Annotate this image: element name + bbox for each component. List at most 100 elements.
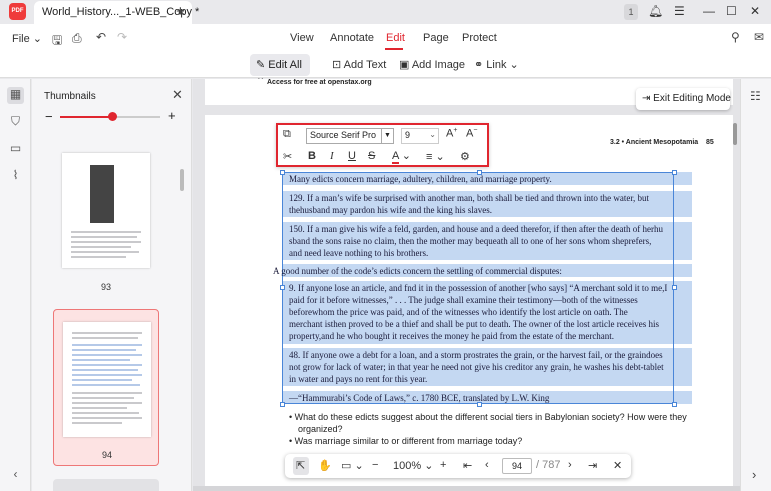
last-page-icon[interactable]: ⇥ — [588, 459, 597, 472]
text-line[interactable]: —“Hammurabi’s Code of Laws,” c. 1780 BCE… — [289, 393, 549, 403]
comment-icon[interactable]: ▭ — [7, 141, 24, 158]
search-icon[interactable]: ⚲ — [731, 30, 740, 44]
bullet-text: What do these edicts suggest about the d… — [294, 412, 687, 422]
previous-page-icon[interactable]: ‹ — [485, 459, 489, 471]
text-line[interactable]: not grow for lack of water; in that year… — [289, 362, 664, 372]
add-text-label: Add Text — [343, 59, 387, 71]
zoom-out-icon[interactable]: − — [372, 459, 378, 471]
current-page-input[interactable]: 94 — [502, 458, 532, 474]
resize-handle[interactable] — [672, 170, 677, 175]
mail-icon[interactable]: ✉ — [754, 30, 764, 44]
strikethrough-icon[interactable]: S — [368, 150, 375, 162]
menu-page[interactable]: Page — [423, 32, 449, 44]
print-icon[interactable]: ⎙ — [72, 31, 82, 46]
hand-tool-icon[interactable]: ✋ — [318, 459, 332, 472]
redo-icon[interactable]: ↷ — [117, 30, 127, 44]
text-color-icon[interactable]: A ⌄ — [392, 149, 411, 164]
zoom-in-icon[interactable]: + — [440, 459, 446, 471]
document-tab[interactable]: World_History..._1-WEB_Copy * × — [34, 1, 199, 24]
text-line[interactable]: Many edicts concern marriage, adultery, … — [289, 174, 552, 184]
text-line[interactable]: paid for it before witnesses,” . . . The… — [289, 295, 638, 305]
thumbnail-page-94[interactable]: 94 — [53, 309, 159, 466]
bold-icon[interactable]: B — [308, 150, 316, 162]
font-size-value: 9 — [405, 130, 411, 140]
font-size-select[interactable]: 9 ⌄ — [401, 128, 439, 144]
thumbnail-scrollbar[interactable] — [180, 169, 184, 191]
thumbnails-title: Thumbnails — [44, 91, 96, 102]
thumbnail-page-95-partial[interactable] — [53, 479, 159, 491]
running-header: 3.2 • Ancient Mesopotamia 85 — [610, 139, 714, 146]
menu-annotate[interactable]: Annotate — [330, 32, 374, 44]
font-family-select[interactable]: Source Serif Pro ▼ — [306, 128, 394, 144]
italic-icon[interactable]: I — [330, 150, 334, 162]
thumbnail-page-93[interactable]: 93 — [53, 147, 159, 297]
select-cursor-icon[interactable]: ⇱ — [296, 459, 305, 472]
add-text-button[interactable]: ⊡ Add Text — [332, 58, 386, 71]
next-page-icon[interactable]: › — [568, 459, 572, 471]
edit-all-button[interactable]: ✎ Edit All ⌄ — [250, 54, 310, 84]
thumb-zoom-out-icon[interactable]: − — [45, 109, 53, 124]
resize-handle[interactable] — [672, 402, 677, 407]
text-line[interactable]: sband the sons raise no claim, then the … — [289, 236, 651, 246]
text-line[interactable]: and need leave nothing to his brothers. — [289, 248, 428, 258]
font-dropdown-arrow-icon[interactable]: ▼ — [381, 129, 393, 143]
resize-handle[interactable] — [672, 285, 677, 290]
text-line[interactable]: thehusband may pardon his wife and the k… — [289, 205, 492, 215]
increase-font-size-icon[interactable]: A+ — [446, 127, 457, 140]
text-line[interactable]: 9. If anyone lose an article, and fnd it… — [289, 283, 667, 293]
decrease-font-size-icon[interactable]: A− — [466, 127, 477, 140]
underline-icon[interactable]: U — [348, 150, 356, 162]
file-menu[interactable]: File ⌄ — [12, 32, 42, 45]
thumb-zoom-in-icon[interactable]: + — [168, 108, 176, 123]
cut-icon[interactable]: ✂ — [283, 150, 292, 163]
text-line[interactable]: beforewhom the price was paid, and of th… — [289, 307, 628, 317]
text-line[interactable]: 150. If a man give his wife a feld, gard… — [289, 224, 663, 234]
minimize-icon[interactable]: — — [703, 4, 715, 18]
text-line[interactable]: in water and pays no rent for this year. — [289, 374, 427, 384]
attachment-icon[interactable]: ⌇ — [7, 168, 24, 185]
save-icon[interactable]: 🖫 — [52, 31, 62, 52]
hamburger-menu-icon[interactable]: ☰ — [674, 4, 685, 18]
close-navigation-icon[interactable]: ✕ — [613, 459, 622, 472]
text-line[interactable]: 48. If anyone owe a debt for a loan, and… — [289, 350, 663, 360]
add-image-label: Add Image — [411, 59, 466, 71]
bullet-item-continuation: organized? — [298, 424, 343, 434]
close-panel-icon[interactable]: ✕ — [172, 87, 183, 103]
resize-handle[interactable] — [280, 402, 285, 407]
properties-panel-icon[interactable]: ☷ — [750, 89, 761, 103]
text-line[interactable]: property,and he who bought it receives t… — [289, 331, 614, 341]
collapse-right-icon[interactable]: › — [752, 467, 756, 482]
add-image-button[interactable]: ▣ Add Image — [399, 58, 465, 71]
more-settings-icon[interactable]: ⚙ — [460, 150, 470, 163]
align-icon[interactable]: ≡ ⌄ — [426, 150, 445, 163]
thumbnails-panel-icon[interactable]: ▦ — [7, 87, 24, 104]
undo-icon[interactable]: ↶ — [96, 30, 106, 44]
horizontal-scrollbar[interactable] — [193, 486, 740, 491]
bell-icon[interactable]: 🔔︎ — [648, 4, 663, 18]
menu-protect[interactable]: Protect — [462, 32, 497, 44]
thumb-zoom-handle[interactable] — [108, 112, 117, 121]
bullet-item: • Was marriage similar to or different f… — [289, 436, 523, 446]
collapse-left-icon[interactable]: ‹ — [7, 467, 24, 484]
new-tab-icon[interactable]: + — [176, 3, 185, 20]
first-page-icon[interactable]: ⇤ — [463, 459, 472, 472]
text-line[interactable]: 129. If a man’s wife be surprised with a… — [289, 193, 649, 203]
zoom-select[interactable]: 100% ⌄ — [393, 459, 433, 472]
copy-format-icon[interactable]: ⧉ — [283, 128, 291, 141]
thumbnail-photo — [90, 165, 114, 223]
bookmark-icon[interactable]: ⛉ — [7, 114, 24, 131]
text-line[interactable]: merchant isthen proved to be a thief and… — [289, 319, 659, 329]
link-button[interactable]: ⚭ Link ⌄ — [474, 58, 519, 71]
maximize-icon[interactable]: ☐ — [726, 4, 737, 18]
notification-count-badge[interactable]: 1 — [624, 4, 638, 20]
menu-view[interactable]: View — [290, 32, 314, 44]
edit-all-label: Edit All — [268, 59, 302, 71]
exit-editing-mode-button[interactable]: ⇥ Exit Editing Mode — [636, 88, 731, 110]
document-scrollbar[interactable] — [733, 123, 737, 145]
text-line[interactable]: A good number of the code’s edicts conce… — [273, 266, 562, 276]
page-layout-icon[interactable]: ▭ ⌄ — [341, 459, 364, 472]
menu-edit[interactable]: Edit — [386, 32, 405, 44]
resize-handle[interactable] — [280, 170, 285, 175]
close-window-icon[interactable]: ✕ — [750, 4, 760, 18]
resize-handle[interactable] — [280, 285, 285, 290]
